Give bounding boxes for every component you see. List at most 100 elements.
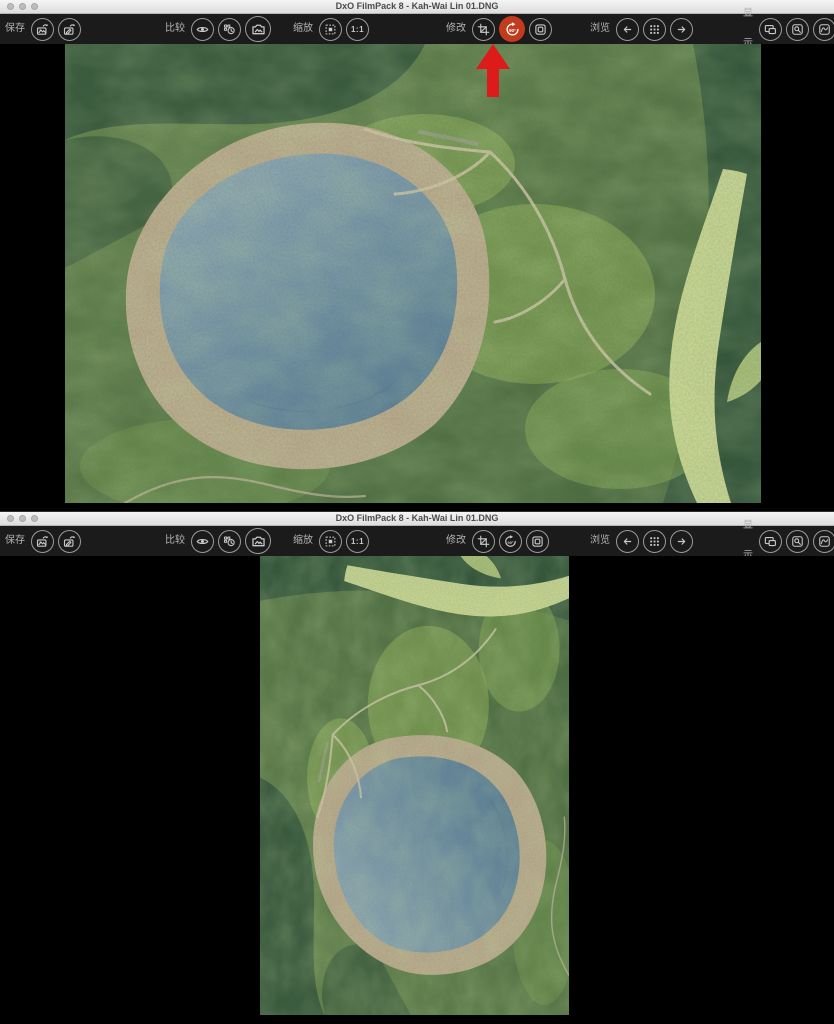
minimize-button[interactable] xyxy=(19,515,26,522)
thumbnails-grid-icon xyxy=(647,534,662,549)
next-arrow-icon xyxy=(674,22,689,37)
rotate-90-icon xyxy=(504,21,521,38)
title-bar[interactable]: DxO FilmPack 8 - Kah-Wai Lin 01.DNG xyxy=(0,0,834,14)
compare-snapshots-button[interactable] xyxy=(218,530,241,553)
next-image-button[interactable] xyxy=(670,530,693,553)
toolbar-group-save: 保存 xyxy=(5,526,81,556)
fit-screen-icon xyxy=(323,534,338,549)
navigator-icon xyxy=(790,534,805,549)
save-image-button[interactable] xyxy=(31,530,54,553)
zoom-window-button[interactable] xyxy=(31,515,38,522)
frame-icon xyxy=(533,22,548,37)
close-button[interactable] xyxy=(7,3,14,10)
toolbar-group-edit: 修改 xyxy=(446,14,552,44)
previous-image-button[interactable] xyxy=(616,18,639,41)
browse-group-label: 浏览 xyxy=(590,526,610,556)
zoom-fit-button[interactable] xyxy=(319,18,342,41)
edit-group-label: 修改 xyxy=(446,14,466,44)
display-histogram-button[interactable] xyxy=(813,18,834,41)
frame-button[interactable] xyxy=(526,530,549,553)
zoom-window-button[interactable] xyxy=(31,3,38,10)
aerial-photo-landscape[interactable] xyxy=(65,44,761,503)
display-panels-button[interactable] xyxy=(759,530,782,553)
rotate-90-icon xyxy=(503,534,518,549)
annotation-arrow-shaft xyxy=(487,69,499,97)
toolbar-group-display: 显示 xyxy=(743,14,834,44)
image-canvas xyxy=(0,44,834,511)
crop-button[interactable] xyxy=(472,530,495,553)
zoom-fit-button[interactable] xyxy=(319,530,342,553)
thumbnail-browser-button[interactable] xyxy=(643,18,666,41)
frame-button[interactable] xyxy=(529,18,552,41)
main-toolbar: 保存 比较 缩放 1:1 修改 浏览 显示 xyxy=(0,14,834,44)
compare-preview-button[interactable] xyxy=(191,530,214,553)
minimize-button[interactable] xyxy=(19,3,26,10)
camera-icon xyxy=(250,533,267,550)
toolbar-group-zoom: 缩放 1:1 xyxy=(293,526,369,556)
eye-icon xyxy=(195,534,210,549)
zoom-ratio-label: 1:1 xyxy=(351,537,364,546)
compare-group-label: 比较 xyxy=(165,526,185,556)
toolbar-group-browse: 浏览 xyxy=(590,14,693,44)
window-after-rotation: DxO FilmPack 8 - Kah-Wai Lin 01.DNG 保存 比… xyxy=(0,511,834,1024)
toolbar-group-compare: 比较 xyxy=(165,526,271,556)
thumbnail-browser-button[interactable] xyxy=(643,530,666,553)
save-group-label: 保存 xyxy=(5,526,25,556)
eye-icon xyxy=(195,22,210,37)
annotation-arrow-head xyxy=(476,44,510,69)
export-settings-icon xyxy=(62,22,77,37)
next-image-button[interactable] xyxy=(670,18,693,41)
save-group-label: 保存 xyxy=(5,14,25,44)
traffic-lights xyxy=(7,512,38,525)
toolbar-group-edit: 修改 xyxy=(446,526,549,556)
main-toolbar: 保存 比较 缩放 1:1 修改 浏览 显示 xyxy=(0,526,834,556)
next-arrow-icon xyxy=(674,534,689,549)
image-canvas xyxy=(0,556,834,1024)
toolbar-group-zoom: 缩放 1:1 xyxy=(293,14,369,44)
traffic-lights xyxy=(7,0,38,13)
display-navigator-button[interactable] xyxy=(786,530,809,553)
save-image-button[interactable] xyxy=(31,18,54,41)
edit-group-label: 修改 xyxy=(446,526,466,556)
compare-snapshots-button[interactable] xyxy=(218,18,241,41)
zoom-100-button[interactable]: 1:1 xyxy=(346,18,369,41)
zoom-group-label: 缩放 xyxy=(293,14,313,44)
aerial-photo-rotated-portrait[interactable] xyxy=(260,556,569,1015)
display-navigator-button[interactable] xyxy=(786,18,809,41)
crop-icon xyxy=(476,534,491,549)
crop-button[interactable] xyxy=(472,18,495,41)
save-settings-button[interactable] xyxy=(58,530,81,553)
navigator-icon xyxy=(790,22,805,37)
compare-group-label: 比较 xyxy=(165,14,185,44)
display-histogram-button[interactable] xyxy=(813,530,834,553)
toolbar-group-save: 保存 xyxy=(5,14,81,44)
compare-reference-button[interactable] xyxy=(245,528,271,554)
rotate-90-button[interactable] xyxy=(499,530,522,553)
previous-image-button[interactable] xyxy=(616,530,639,553)
previous-arrow-icon xyxy=(620,22,635,37)
compare-preview-button[interactable] xyxy=(191,18,214,41)
compare-reference-button[interactable] xyxy=(245,16,271,42)
histogram-curve-icon xyxy=(817,534,832,549)
thumbnails-grid-icon xyxy=(647,22,662,37)
toolbar-group-compare: 比较 xyxy=(165,14,271,44)
save-settings-button[interactable] xyxy=(58,18,81,41)
display-panels-button[interactable] xyxy=(759,18,782,41)
panels-icon xyxy=(763,22,778,37)
toolbar-group-browse: 浏览 xyxy=(590,526,693,556)
frame-icon xyxy=(530,534,545,549)
snapshots-clock-icon xyxy=(222,22,237,37)
zoom-100-button[interactable]: 1:1 xyxy=(346,530,369,553)
previous-arrow-icon xyxy=(620,534,635,549)
window-title: DxO FilmPack 8 - Kah-Wai Lin 01.DNG xyxy=(0,512,834,525)
close-button[interactable] xyxy=(7,515,14,522)
title-bar[interactable]: DxO FilmPack 8 - Kah-Wai Lin 01.DNG xyxy=(0,511,834,526)
snapshots-clock-icon xyxy=(222,534,237,549)
window-before-rotation: DxO FilmPack 8 - Kah-Wai Lin 01.DNG 保存 比… xyxy=(0,0,834,511)
rotate-90-button[interactable] xyxy=(499,16,525,42)
annotation-arrow xyxy=(476,44,510,97)
panels-icon xyxy=(763,534,778,549)
export-settings-icon xyxy=(62,534,77,549)
toolbar-group-display: 显示 xyxy=(743,526,834,556)
window-title: DxO FilmPack 8 - Kah-Wai Lin 01.DNG xyxy=(0,0,834,13)
